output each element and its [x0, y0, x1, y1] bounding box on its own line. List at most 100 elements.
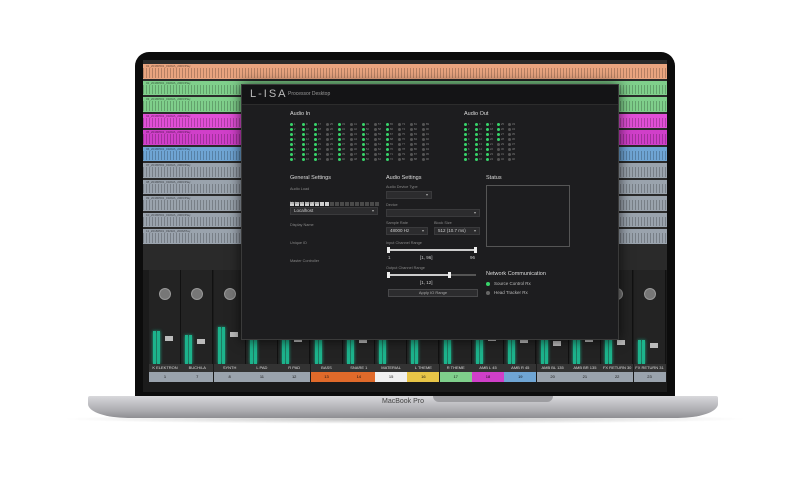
slider-handle-min[interactable]: [387, 272, 390, 278]
channel-number: 24: [318, 158, 321, 161]
channel-number: 6: [294, 148, 296, 151]
channel-number: 27: [330, 133, 333, 136]
channel-dot-icon: [386, 148, 389, 151]
channel-dot-icon: [398, 138, 401, 141]
strip-number: 1: [149, 372, 181, 382]
channel-number: 65: [390, 123, 393, 126]
track-name: 10_20180501_0329/A_2006/Play: [146, 212, 191, 217]
audio-out-grid: 1 2 3 4 5 6 7 8 9 10 11 12 13 14 15 16 17 18 19 20 21 22 23 24 2…: [464, 122, 519, 162]
channel-number: 37: [342, 143, 345, 146]
fader-handle[interactable]: [197, 338, 206, 344]
channel-number: 20: [318, 138, 321, 141]
channel-dot-icon: [350, 133, 353, 136]
daw-track: 01_20180501_0329/A_2006/Play: [143, 64, 667, 79]
pan-knob-icon[interactable]: [223, 288, 236, 300]
channel-number: 39: [512, 153, 515, 156]
fader-handle[interactable]: [552, 340, 561, 346]
channel-number: 72: [390, 158, 393, 161]
window-titlebar[interactable]: L-ISA Processor Desktop: [242, 85, 618, 105]
channel-dot-icon: [374, 123, 377, 126]
network-interface-select[interactable]: Localhost ▾: [290, 207, 378, 215]
channel-dot-icon: [350, 158, 353, 161]
strip-number: 20: [536, 372, 569, 382]
channel-dot-icon: [374, 148, 377, 151]
audio-in-heading: Audio In: [290, 111, 311, 117]
slider-handle-max[interactable]: [447, 272, 451, 278]
channel-dot-icon: [362, 148, 365, 151]
slider-handle-max[interactable]: [474, 247, 477, 253]
channel-number: 90: [426, 128, 429, 131]
device-select[interactable]: ▾: [386, 209, 480, 217]
input-range-max: 96: [470, 255, 476, 260]
channel-number: 34: [342, 128, 345, 131]
mixer-strip[interactable]: BUCH/LA 7: [181, 270, 214, 382]
fader-handle[interactable]: [229, 332, 238, 338]
status-dot-icon: [486, 290, 490, 295]
strip-number: 7: [181, 372, 214, 382]
channel-number: 7: [294, 153, 296, 156]
channel-dot-icon: [374, 158, 377, 161]
fader-handle[interactable]: [165, 335, 173, 341]
channel-number: 93: [426, 143, 429, 146]
channel-number: 6: [468, 148, 470, 151]
channel-number: 28: [501, 138, 504, 141]
slider-fill: [388, 274, 450, 276]
channel-dot-icon: [386, 133, 389, 136]
channel-number: 47: [354, 153, 357, 156]
pan-knob-icon[interactable]: [191, 288, 204, 300]
channel-dot-icon: [290, 123, 293, 126]
strip-name: AMB L 45: [472, 364, 504, 372]
mixer-strip[interactable]: K ELEKTRON 1: [149, 270, 181, 382]
strip-name: MATERIAL: [375, 364, 408, 372]
channel-dot-icon: [398, 153, 401, 156]
channel-number: 32: [501, 158, 504, 161]
channel-dot-icon: [362, 138, 365, 141]
track-name: 04_20180501_0329/A_2006/Play: [146, 113, 191, 118]
level-meter: [153, 331, 156, 364]
channel-number: 52: [366, 138, 369, 141]
channel-number: 71: [390, 153, 393, 156]
output-channel-range-slider[interactable]: [387, 272, 476, 278]
unique-id-label: Unique ID: [290, 241, 307, 245]
channel-dot-icon: [486, 128, 489, 131]
fader-handle[interactable]: [649, 342, 658, 348]
channel-dot-icon: [398, 133, 401, 136]
block-size-select[interactable]: 512 (10.7 ms) ▾: [434, 227, 480, 235]
lisa-logo: L-ISA: [250, 88, 288, 100]
channel-dot-icon: [497, 158, 500, 161]
channel-number: 11: [306, 133, 309, 136]
audio-device-type-select[interactable]: ▾: [386, 191, 432, 199]
channel-dot-icon: [398, 128, 401, 131]
pan-knob-icon[interactable]: [159, 288, 171, 300]
channel-number: 59: [378, 133, 381, 136]
channel-number: 64: [378, 158, 381, 161]
sample-rate-select[interactable]: 48000 Hz ▾: [386, 227, 428, 235]
channel-number: 15: [306, 153, 309, 156]
channel-number: 50: [366, 128, 369, 131]
mixer-strip[interactable]: FX RETURN 31 23: [633, 270, 666, 382]
track-name: 05_20180501_0329/A_2006/Play: [146, 130, 191, 134]
input-range-min: 1: [388, 255, 391, 260]
block-size-value: 512 (10.7 ms): [438, 228, 466, 233]
strip-name: SYNTH: [213, 364, 246, 372]
channel-number: 20: [490, 138, 493, 141]
strip-name: R THEME: [439, 364, 472, 372]
apply-io-range-button[interactable]: Apply IO Range: [388, 289, 478, 297]
fader-handle[interactable]: [617, 339, 626, 345]
channel-dot-icon: [475, 158, 478, 161]
channel-dot-icon: [290, 143, 293, 146]
load-segment: [365, 202, 369, 206]
channel-dot-icon: [497, 143, 500, 146]
pan-knob-icon[interactable]: [643, 288, 656, 300]
channel-dot-icon: [326, 138, 329, 141]
slider-handle-min[interactable]: [387, 247, 390, 253]
channel-number: 81: [414, 123, 417, 126]
channel-dot-icon: [326, 158, 329, 161]
laptop-lid: 01_20180501_0329/A_2006/Play 02_20180501_…: [135, 52, 675, 400]
input-channel-range-slider[interactable]: [387, 247, 477, 253]
channel-number: 48: [354, 158, 357, 161]
channel-number: 37: [512, 143, 515, 146]
channel-number: 7: [468, 153, 470, 156]
channel-number: 30: [501, 148, 504, 151]
channel-number: 35: [342, 133, 345, 136]
